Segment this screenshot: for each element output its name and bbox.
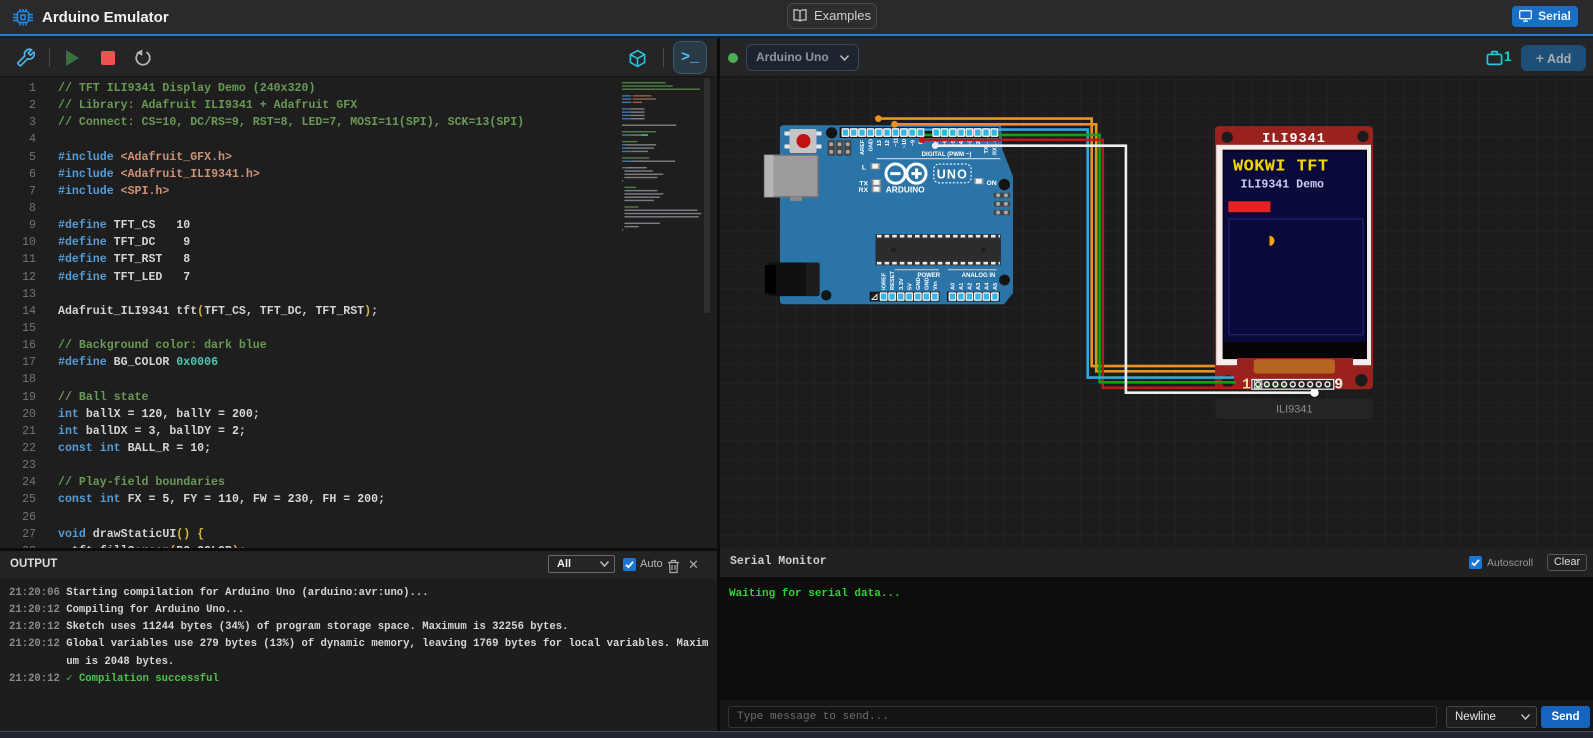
svg-text:GND: GND bbox=[924, 277, 930, 290]
svg-text:ILI9341 Demo: ILI9341 Demo bbox=[1241, 178, 1325, 191]
svg-text:GND: GND bbox=[916, 277, 922, 290]
svg-text:ILI9341: ILI9341 bbox=[1262, 132, 1326, 147]
svg-text:1: 1 bbox=[1242, 377, 1251, 394]
svg-text:ON: ON bbox=[987, 180, 997, 187]
svg-text:A5: A5 bbox=[993, 283, 999, 290]
svg-text:~10: ~10 bbox=[902, 139, 908, 149]
svg-text:RX: RX bbox=[859, 187, 869, 194]
svg-text:IOREF: IOREF bbox=[882, 272, 888, 290]
svg-text:9: 9 bbox=[1334, 377, 1343, 394]
svg-text:~11: ~11 bbox=[894, 138, 900, 147]
svg-text:WOKWI TFT: WOKWI TFT bbox=[1233, 158, 1328, 177]
svg-text:3.3V: 3.3V bbox=[899, 278, 905, 290]
svg-text:L: L bbox=[862, 164, 866, 171]
svg-text:13: 13 bbox=[877, 140, 883, 146]
svg-text:UNO: UNO bbox=[937, 168, 968, 182]
svg-text:Vin: Vin bbox=[933, 281, 939, 290]
svg-text:5V: 5V bbox=[907, 283, 913, 290]
svg-text:A0: A0 bbox=[951, 283, 957, 290]
svg-text:2: 2 bbox=[976, 141, 982, 144]
svg-text:POWER: POWER bbox=[917, 273, 940, 279]
svg-text:AREF: AREF bbox=[860, 139, 866, 155]
svg-text:A2: A2 bbox=[968, 283, 974, 290]
svg-text:~9: ~9 bbox=[910, 140, 916, 146]
svg-text:A3: A3 bbox=[976, 283, 982, 290]
svg-text:RESET: RESET bbox=[890, 271, 896, 290]
svg-text:ANALOG IN: ANALOG IN bbox=[962, 273, 996, 279]
svg-text:DIGITAL (PWM ~): DIGITAL (PWM ~) bbox=[922, 151, 972, 158]
svg-text:A1: A1 bbox=[959, 283, 965, 290]
svg-text:12: 12 bbox=[885, 140, 891, 146]
svg-text:ARDUINO: ARDUINO bbox=[886, 185, 925, 194]
svg-text:GND: GND bbox=[869, 139, 875, 151]
svg-text:ILI9341: ILI9341 bbox=[1276, 404, 1313, 416]
svg-text:A4: A4 bbox=[985, 282, 991, 290]
